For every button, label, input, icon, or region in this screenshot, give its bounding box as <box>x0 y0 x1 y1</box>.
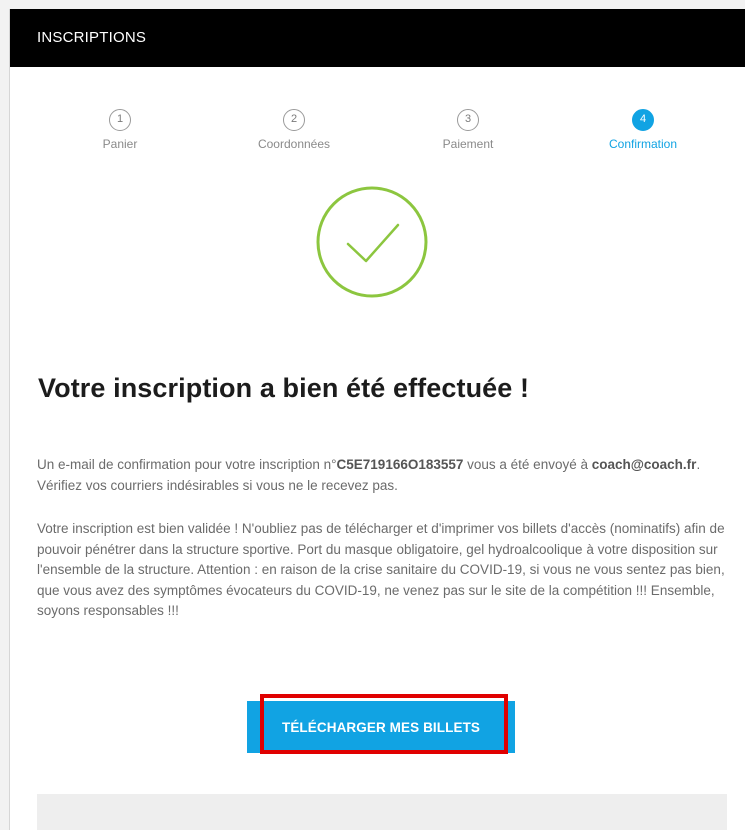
bottom-panel <box>37 794 727 830</box>
email-address: coach@coach.fr <box>591 457 697 472</box>
validation-notice-text: Votre inscription est bien validée ! N'o… <box>37 521 725 618</box>
step-label: Confirmation <box>608 137 678 151</box>
download-tickets-button[interactable]: TÉLÉCHARGER MES BILLETS <box>247 701 515 753</box>
step-number-circle: 4 <box>632 109 654 131</box>
step-label: Paiement <box>442 137 494 151</box>
email-text-part: vous a été envoyé à <box>463 457 592 472</box>
step-number-circle: 1 <box>109 109 131 131</box>
check-circle-icon <box>316 186 428 298</box>
step-number-circle: 3 <box>457 109 479 131</box>
panel-header: INSCRIPTIONS <box>10 9 745 67</box>
step-number-circle: 2 <box>283 109 305 131</box>
confirmation-email-text: Un e-mail de confirmation pour votre ins… <box>37 455 727 496</box>
registration-number: C5E719166O183557 <box>336 457 464 472</box>
step-panier: 1 Panier <box>55 109 185 151</box>
step-confirmation: 4 Confirmation <box>578 109 708 151</box>
step-paiement: 3 Paiement <box>403 109 533 151</box>
email-text-part: Un e-mail de confirmation pour votre ins… <box>37 457 337 472</box>
confirmation-title: Votre inscription a bien été effectuée ! <box>38 373 530 403</box>
step-label: Panier <box>102 137 138 151</box>
step-coordonnees: 2 Coordonnées <box>229 109 359 151</box>
page-background-top <box>0 0 745 9</box>
step-label: Coordonnées <box>257 137 331 151</box>
page-background-left <box>0 0 9 830</box>
registration-panel: INSCRIPTIONS 1 Panier 2 Coordonnées 3 Pa… <box>9 9 745 830</box>
